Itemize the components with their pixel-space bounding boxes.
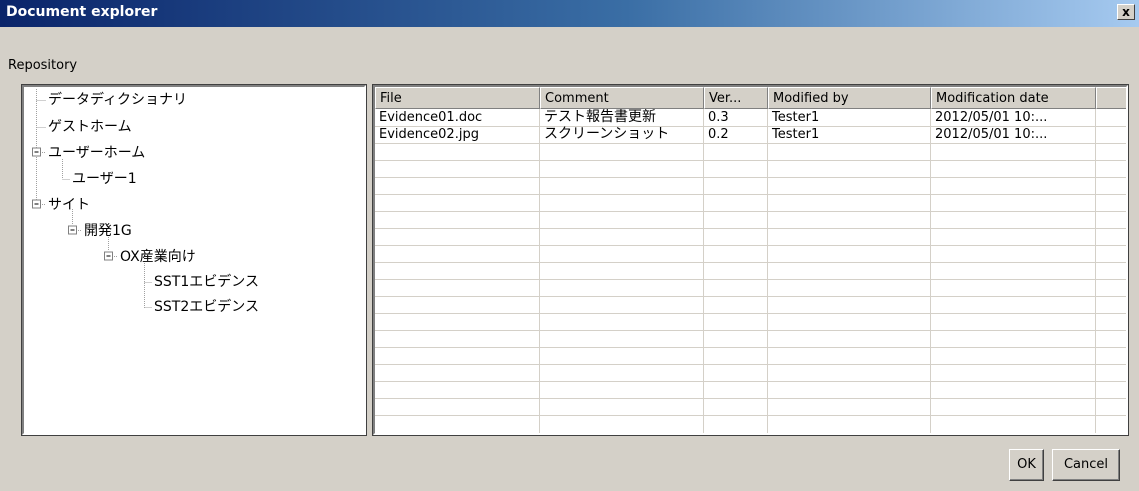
tree-item-data-dictionary[interactable]: データディクショナリ [48, 92, 187, 108]
tree-item-dev-1g[interactable]: 開発1G [84, 223, 132, 239]
repository-tree[interactable]: データディクショナリ ゲストホーム ユーザーホーム ユーザー1 サイト 開発1G… [21, 84, 367, 436]
cell-version: 0.2 [708, 127, 729, 142]
column-header-comment[interactable]: Comment [540, 87, 704, 109]
column-header-modified-by[interactable]: Modified by [768, 87, 931, 109]
cell-file: Evidence01.doc [379, 110, 483, 125]
cell-version: 0.3 [708, 110, 729, 125]
window-title: Document explorer [6, 4, 158, 20]
column-header-version[interactable]: Ver... [704, 87, 768, 109]
tree-item-ox-industry[interactable]: OX産業向け [120, 249, 196, 265]
tree-item-user-home[interactable]: ユーザーホーム [48, 145, 145, 161]
cell-modified-by: Tester1 [772, 127, 820, 142]
close-icon: x [1122, 5, 1130, 19]
document-table[interactable]: File Comment Ver... Modified by Modifica… [372, 84, 1129, 436]
repository-label: Repository [8, 58, 78, 73]
tree-item-sst1-evidence[interactable]: SST1エビデンス [154, 274, 259, 290]
table-header: File Comment Ver... Modified by Modifica… [375, 87, 1126, 109]
tree-item-sst2-evidence[interactable]: SST2エビデンス [154, 299, 259, 315]
title-bar: Document explorer x [0, 0, 1139, 27]
cell-modification-date: 2012/05/01 10:... [935, 127, 1048, 142]
column-header-file[interactable]: File [375, 87, 540, 109]
cell-file: Evidence02.jpg [379, 127, 479, 142]
column-header-filler [1096, 87, 1126, 109]
tree-item-site[interactable]: サイト [48, 197, 90, 213]
cell-comment: スクリーンショット [544, 126, 670, 142]
close-button[interactable]: x [1117, 4, 1135, 20]
cell-modified-by: Tester1 [772, 110, 820, 125]
cancel-button[interactable]: Cancel [1052, 449, 1120, 481]
ok-button[interactable]: OK [1009, 449, 1044, 481]
cell-comment: テスト報告書更新 [544, 109, 656, 125]
column-header-modification-date[interactable]: Modification date [931, 87, 1096, 109]
tree-item-user1[interactable]: ユーザー1 [72, 171, 137, 187]
cell-modification-date: 2012/05/01 10:... [935, 110, 1048, 125]
tree-item-guest-home[interactable]: ゲストホーム [48, 119, 132, 135]
